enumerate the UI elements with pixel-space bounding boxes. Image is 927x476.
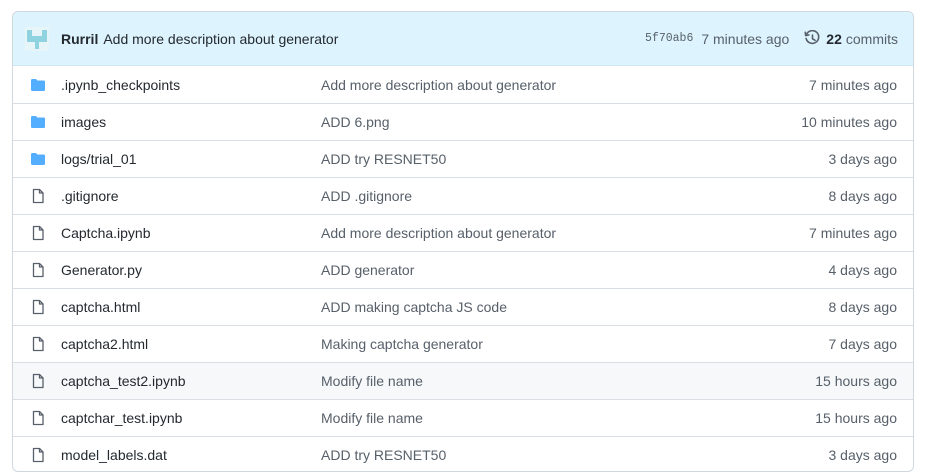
file-name-link[interactable]: captcha2.html — [61, 336, 321, 352]
file-commit-message-link[interactable]: Modify file name — [321, 410, 815, 426]
file-commit-message-link[interactable]: Add more description about generator — [321, 77, 809, 93]
file-commit-age: 4 days ago — [828, 262, 898, 278]
commits-label: commits — [845, 30, 898, 47]
commit-sha-link[interactable]: 5f70ab6 — [645, 32, 693, 45]
commit-time: 7 minutes ago — [701, 30, 790, 47]
file-row[interactable]: captcha_test2.ipynb Modify file name 15 ho… — [13, 362, 913, 399]
file-name-link[interactable]: captchar_test.ipynb — [61, 410, 321, 426]
file-icon — [30, 373, 46, 389]
file-commit-message-link[interactable]: ADD 6.png — [321, 114, 801, 130]
file-commit-age: 8 days ago — [828, 299, 898, 315]
folder-name-link[interactable]: logs/trial_01 — [61, 151, 321, 167]
file-name-link[interactable]: Generator.py — [61, 262, 321, 278]
file-icon — [30, 188, 46, 204]
commits-count: 22 — [826, 30, 842, 47]
file-icon — [30, 225, 46, 241]
file-commit-age: 3 days ago — [828, 447, 898, 463]
repo-file-browser: Rurril Add more description about genera… — [12, 11, 914, 472]
commit-message-link[interactable]: Add more description about generator — [103, 31, 645, 47]
file-row[interactable]: .ipynb_checkpoints Add more description a… — [13, 66, 913, 103]
folder-name-link[interactable]: .ipynb_checkpoints — [61, 77, 321, 93]
folder-icon — [30, 114, 46, 130]
file-name-link[interactable]: model_labels.dat — [61, 447, 321, 463]
file-name-link[interactable]: .gitignore — [61, 188, 321, 204]
file-row[interactable]: captcha2.html Making captcha generator 7 d… — [13, 325, 913, 362]
commit-author-link[interactable]: Rurril — [61, 31, 98, 47]
file-list: .ipynb_checkpoints Add more description a… — [13, 66, 913, 471]
file-commit-message-link[interactable]: ADD try RESNET50 — [321, 447, 829, 463]
file-commit-message-link[interactable]: ADD try RESNET50 — [321, 151, 829, 167]
file-icon — [30, 262, 46, 278]
file-commit-message-link[interactable]: ADD making captcha JS code — [321, 299, 829, 315]
file-commit-age: 3 days ago — [828, 151, 898, 167]
commits-history-link[interactable]: 22 commits — [804, 30, 898, 47]
history-icon — [804, 30, 820, 45]
file-name-link[interactable]: captcha.html — [61, 299, 321, 315]
file-icon — [30, 336, 46, 352]
file-row[interactable]: Captcha.ipynb Add more description about … — [13, 214, 913, 251]
file-commit-message-link[interactable]: ADD .gitignore — [321, 188, 829, 204]
file-commit-age: 10 minutes ago — [801, 114, 897, 130]
folder-icon — [30, 151, 46, 167]
file-row[interactable]: Generator.py ADD generator 4 days ago — [13, 251, 913, 288]
file-commit-age: 8 days ago — [828, 188, 898, 204]
file-icon — [30, 447, 46, 463]
file-icon — [30, 410, 46, 426]
latest-commit-bar: Rurril Add more description about genera… — [13, 12, 913, 66]
file-commit-age: 15 hours ago — [815, 373, 897, 389]
folder-icon — [30, 77, 46, 93]
file-row[interactable]: captcha.html ADD making captcha JS code 8 … — [13, 288, 913, 325]
file-row[interactable]: .gitignore ADD .gitignore 8 days ago — [13, 177, 913, 214]
file-commit-age: 7 days ago — [828, 336, 898, 352]
file-row[interactable]: captchar_test.ipynb Modify file name 15 ho… — [13, 399, 913, 436]
file-name-link[interactable]: captcha_test2.ipynb — [61, 373, 321, 389]
file-commit-age: 7 minutes ago — [809, 76, 897, 93]
file-row[interactable]: logs/trial_01 ADD try RESNET50 3 days ago — [13, 140, 913, 177]
file-commit-age: 7 minutes ago — [809, 225, 897, 241]
file-commit-message-link[interactable]: ADD generator — [321, 262, 829, 278]
folder-name-link[interactable]: images — [61, 114, 321, 130]
file-commit-message-link[interactable]: Making captcha generator — [321, 336, 829, 352]
file-commit-age: 15 hours ago — [815, 410, 897, 426]
file-row[interactable]: images ADD 6.png 10 minutes ago — [13, 103, 913, 140]
file-row[interactable]: model_labels.dat ADD try RESNET50 3 days a… — [13, 436, 913, 471]
file-commit-message-link[interactable]: Modify file name — [321, 373, 815, 389]
file-icon — [30, 299, 46, 315]
file-name-link[interactable]: Captcha.ipynb — [61, 225, 321, 241]
avatar[interactable] — [25, 26, 49, 51]
file-commit-message-link[interactable]: Add more description about generator — [321, 225, 809, 241]
